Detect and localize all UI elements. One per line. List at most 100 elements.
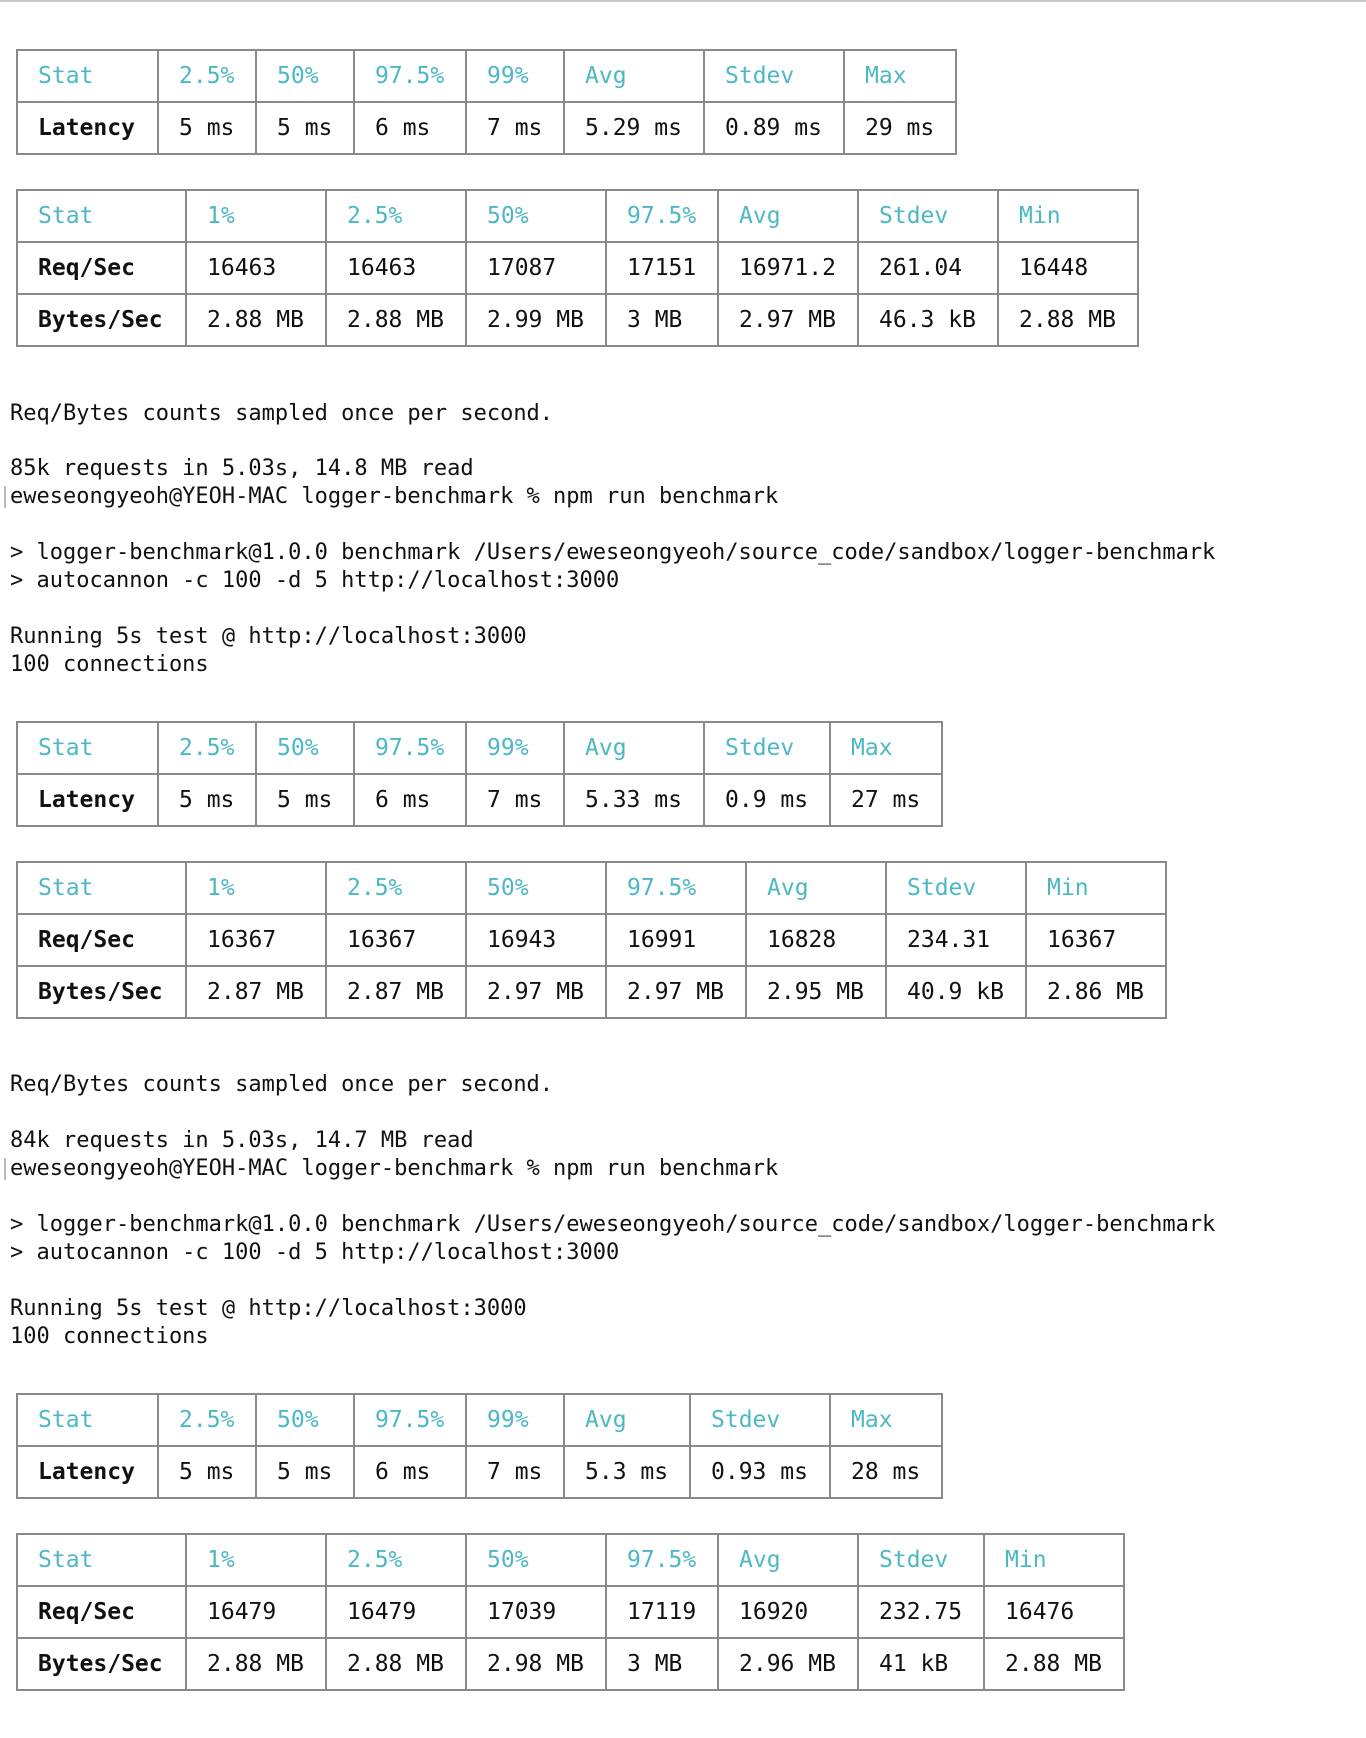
table-cell: 17087 <box>465 241 607 295</box>
connections-line: 100 connections <box>10 1324 209 1349</box>
row-label: Bytes/Sec <box>16 965 187 1019</box>
table-cell: 234.31 <box>885 913 1027 967</box>
latency-table: Stat 2.5% 50% 97.5% 99% Avg Stdev Max La… <box>16 49 957 155</box>
table-cell: 16828 <box>745 913 887 967</box>
table-cell: 5.3 ms <box>563 1445 691 1499</box>
table-header-row: Stat 1% 2.5% 50% 97.5% Avg Stdev Min <box>16 861 1167 915</box>
header-cell: 97.5% <box>605 1533 719 1587</box>
header-cell: 97.5% <box>353 49 467 103</box>
running-line: Running 5s test @ http://localhost:3000 <box>10 624 527 649</box>
table-cell: 0.9 ms <box>703 773 831 827</box>
table-cell: 16367 <box>325 913 467 967</box>
table-header-row: Stat 2.5% 50% 97.5% 99% Avg Stdev Max <box>16 49 957 103</box>
table-row: Bytes/Sec 2.87 MB 2.87 MB 2.97 MB 2.97 M… <box>16 965 1167 1019</box>
latency-table: Stat 2.5% 50% 97.5% 99% Avg Stdev Max La… <box>16 1393 943 1499</box>
table-cell: 2.87 MB <box>185 965 327 1019</box>
row-label: Bytes/Sec <box>16 293 187 347</box>
header-cell: Stdev <box>689 1393 831 1447</box>
row-label: Req/Sec <box>16 241 187 295</box>
header-cell: 2.5% <box>325 1533 467 1587</box>
header-cell: Stat <box>16 189 187 243</box>
header-cell: Max <box>829 721 943 775</box>
throughput-table: Stat 1% 2.5% 50% 97.5% Avg Stdev Min Req… <box>16 861 1167 1019</box>
table-cell: 3 MB <box>605 1637 719 1691</box>
table-cell: 2.99 MB <box>465 293 607 347</box>
table-cell: 2.88 MB <box>325 1637 467 1691</box>
table-header-row: Stat 1% 2.5% 50% 97.5% Avg Stdev Min <box>16 1533 1125 1587</box>
throughput-table: Stat 1% 2.5% 50% 97.5% Avg Stdev Min Req… <box>16 1533 1125 1691</box>
table-cell: 2.95 MB <box>745 965 887 1019</box>
table-cell: 5.29 ms <box>563 101 705 155</box>
table-cell: 2.97 MB <box>465 965 607 1019</box>
header-cell: 50% <box>255 49 355 103</box>
table-cell: 2.88 MB <box>325 293 467 347</box>
table-row: Bytes/Sec 2.88 MB 2.88 MB 2.98 MB 3 MB 2… <box>16 1637 1125 1691</box>
row-label: Latency <box>16 1445 159 1499</box>
table-cell: 5 ms <box>255 773 355 827</box>
header-cell: 50% <box>465 1533 607 1587</box>
table-cell: 16463 <box>185 241 327 295</box>
header-cell: 1% <box>185 189 327 243</box>
table-cell: 2.88 MB <box>983 1637 1125 1691</box>
header-cell: 1% <box>185 1533 327 1587</box>
header-cell: Avg <box>563 1393 691 1447</box>
table-cell: 5.33 ms <box>563 773 705 827</box>
row-label: Latency <box>16 101 159 155</box>
header-cell: 99% <box>465 1393 565 1447</box>
table-cell: 17151 <box>605 241 719 295</box>
table-row: Req/Sec 16479 16479 17039 17119 16920 23… <box>16 1585 1125 1639</box>
table-cell: 16991 <box>605 913 747 967</box>
table-cell: 2.86 MB <box>1025 965 1167 1019</box>
table-cell: 16448 <box>997 241 1139 295</box>
table-cell: 16479 <box>325 1585 467 1639</box>
prompt-mark <box>4 1158 6 1180</box>
header-cell: Avg <box>563 721 705 775</box>
running-line: Running 5s test @ http://localhost:3000 <box>10 1296 527 1321</box>
header-cell: Stdev <box>857 1533 985 1587</box>
header-cell: 2.5% <box>157 1393 257 1447</box>
summary-line: 84k requests in 5.03s, 14.7 MB read <box>10 1128 474 1153</box>
header-cell: 97.5% <box>353 721 467 775</box>
table-cell: 2.88 MB <box>997 293 1139 347</box>
table-cell: 2.97 MB <box>717 293 859 347</box>
header-cell: 99% <box>465 49 565 103</box>
table-cell: 7 ms <box>465 101 565 155</box>
row-label: Req/Sec <box>16 1585 187 1639</box>
header-cell: Stat <box>16 861 187 915</box>
header-cell: 99% <box>465 721 565 775</box>
table-cell: 16479 <box>185 1585 327 1639</box>
command-prompt: eweseongyeoh@YEOH-MAC logger-benchmark %… <box>10 484 779 509</box>
table-cell: 6 ms <box>353 101 467 155</box>
header-cell: 50% <box>465 861 607 915</box>
header-cell: Stdev <box>857 189 999 243</box>
table-row: Req/Sec 16463 16463 17087 17151 16971.2 … <box>16 241 1139 295</box>
table-header-row: Stat 1% 2.5% 50% 97.5% Avg Stdev Min <box>16 189 1139 243</box>
sampled-note: Req/Bytes counts sampled once per second… <box>10 401 554 426</box>
table-cell: 7 ms <box>465 1445 565 1499</box>
header-cell: Stdev <box>885 861 1027 915</box>
header-cell: Stat <box>16 1393 159 1447</box>
table-cell: 261.04 <box>857 241 999 295</box>
table-cell: 2.96 MB <box>717 1637 859 1691</box>
script-line: > autocannon -c 100 -d 5 http://localhos… <box>10 568 620 593</box>
table-cell: 2.87 MB <box>325 965 467 1019</box>
script-line: > autocannon -c 100 -d 5 http://localhos… <box>10 1240 620 1265</box>
script-line: > logger-benchmark@1.0.0 benchmark /User… <box>10 1212 1216 1237</box>
table-cell: 2.88 MB <box>185 293 327 347</box>
latency-table: Stat 2.5% 50% 97.5% 99% Avg Stdev Max La… <box>16 721 943 827</box>
table-cell: 5 ms <box>157 101 257 155</box>
header-cell: 97.5% <box>353 1393 467 1447</box>
header-cell: 97.5% <box>605 861 747 915</box>
header-cell: 2.5% <box>325 189 467 243</box>
header-cell: Min <box>997 189 1139 243</box>
header-cell: Max <box>843 49 957 103</box>
table-cell: 16920 <box>717 1585 859 1639</box>
table-cell: 6 ms <box>353 773 467 827</box>
table-cell: 3 MB <box>605 293 719 347</box>
table-cell: 0.93 ms <box>689 1445 831 1499</box>
table-cell: 5 ms <box>255 1445 355 1499</box>
table-cell: 6 ms <box>353 1445 467 1499</box>
table-cell: 16971.2 <box>717 241 859 295</box>
prompt-mark <box>4 486 6 508</box>
table-header-row: Stat 2.5% 50% 97.5% 99% Avg Stdev Max <box>16 1393 943 1447</box>
